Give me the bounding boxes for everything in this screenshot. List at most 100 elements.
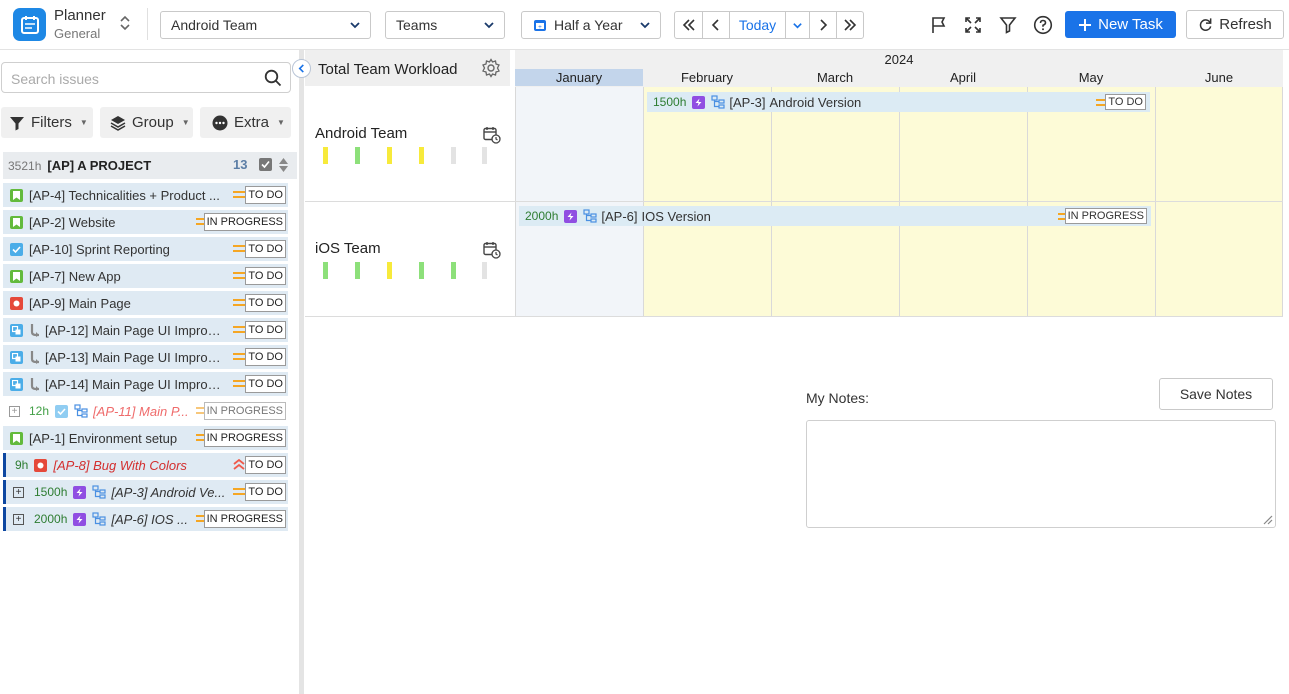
group-button[interactable]: Group ▼ — [100, 107, 193, 138]
today-dropdown-button[interactable] — [785, 11, 810, 39]
refresh-button[interactable]: Refresh — [1186, 10, 1284, 39]
search-icon[interactable] — [264, 69, 282, 87]
panel-splitter[interactable] — [299, 50, 304, 694]
expand-icon[interactable]: + — [13, 513, 24, 525]
issue-title: [AP-1] Environment setup — [29, 430, 178, 446]
issue-row-ap-9[interactable]: [AP-9] Main Page TO DO — [3, 291, 288, 315]
status-badge[interactable]: IN PROGRESS — [203, 429, 286, 447]
workload-indicator — [451, 262, 456, 279]
project-name: [AP] A PROJECT — [47, 158, 152, 173]
filter-icon — [10, 116, 24, 130]
team-select[interactable]: Android Team — [160, 11, 371, 39]
issue-row-ap-13[interactable]: [AP-13] Main Page UI Improv... TO DO — [3, 345, 288, 369]
status-badge[interactable]: TO DO — [245, 348, 286, 366]
issue-row-ap-6[interactable]: + 2000h [AP-6] IOS ... IN PROGRESS — [3, 507, 288, 531]
gear-icon[interactable] — [481, 58, 501, 81]
issue-row-ap-3[interactable]: + 1500h [AP-3] Android Ve... TO DO — [3, 480, 288, 504]
calendar-clock-icon[interactable] — [483, 241, 501, 262]
help-icon — [1033, 15, 1053, 35]
flag-button[interactable] — [927, 13, 951, 37]
filter-icon — [999, 17, 1017, 34]
checklist-icon[interactable] — [258, 157, 273, 175]
workload-label: Total Team Workload — [318, 61, 458, 78]
expand-icon[interactable]: + — [13, 486, 24, 498]
sort-icon[interactable] — [278, 157, 289, 176]
chevron-right-icon — [820, 19, 828, 31]
issue-row-ap-2[interactable]: [AP-2] Website IN PROGRESS — [3, 210, 288, 234]
planner-logo-icon[interactable] — [13, 8, 46, 41]
story-icon — [10, 188, 23, 202]
project-row[interactable]: 3521h [AP] A PROJECT 13 — [3, 152, 297, 179]
month-cell — [1155, 87, 1283, 201]
next-button[interactable] — [809, 11, 837, 39]
flag-icon — [932, 17, 946, 33]
issue-hours: 9h — [15, 458, 29, 472]
issue-row-ap-7[interactable]: [AP-7] New App TO DO — [3, 264, 288, 288]
jump-back-button[interactable] — [674, 11, 703, 39]
workload-indicator — [419, 147, 424, 164]
status-badge[interactable]: TO DO — [245, 294, 286, 312]
epic-icon — [73, 485, 87, 499]
jump-forward-button[interactable] — [836, 11, 864, 39]
child-link-icon — [28, 377, 40, 391]
task-icon — [10, 242, 23, 256]
priority-high-icon — [233, 459, 245, 470]
calendar-icon: + — [533, 18, 547, 32]
range-select[interactable]: + Half a Year — [521, 11, 661, 39]
status-badge[interactable]: IN PROGRESS — [203, 402, 286, 420]
resize-handle-icon[interactable] — [1261, 513, 1273, 525]
year-label: 2024 — [884, 52, 914, 67]
workload-indicator — [419, 262, 424, 279]
filters-button[interactable]: Filters ▼ — [1, 107, 93, 138]
status-badge[interactable]: TO DO — [245, 375, 286, 393]
status-badge[interactable]: TO DO — [245, 186, 286, 204]
new-task-button[interactable]: New Task — [1065, 11, 1176, 38]
issue-row-ap-4[interactable]: [AP-4] Technicalities + Product ... TO D… — [3, 183, 288, 207]
status-badge[interactable]: IN PROGRESS — [203, 213, 286, 231]
task-hours: 1500h — [653, 95, 687, 109]
calendar-clock-icon[interactable] — [483, 126, 501, 147]
issue-row-ap-11[interactable]: + 12h [AP-11] Main P... IN PROGRESS — [3, 399, 288, 423]
status-badge[interactable]: TO DO — [245, 456, 286, 474]
project-issue-count: 13 — [233, 157, 248, 172]
issue-row-ap-10[interactable]: [AP-10] Sprint Reporting TO DO — [3, 237, 288, 261]
issue-title: [AP-6] IOS ... — [111, 511, 188, 527]
expand-icon[interactable]: + — [9, 405, 20, 417]
new-task-label: New Task — [1098, 16, 1163, 33]
status-badge[interactable]: TO DO — [245, 483, 286, 501]
previous-button[interactable] — [702, 11, 730, 39]
more-icon — [212, 115, 228, 130]
extra-label: Extra — [234, 114, 270, 131]
status-badge[interactable]: IN PROGRESS — [203, 510, 286, 528]
collapse-panel-button[interactable] — [292, 59, 311, 78]
status-badge[interactable]: TO DO — [245, 240, 286, 258]
issue-row-ap-1[interactable]: [AP-1] Environment setup IN PROGRESS — [3, 426, 288, 450]
refresh-icon — [1200, 18, 1212, 31]
workload-indicator — [355, 147, 360, 164]
svg-text:+: + — [538, 25, 542, 31]
help-button[interactable] — [1031, 13, 1055, 37]
gantt-bar-ap-3[interactable]: 1500h [AP-3] Android Version TO DO — [647, 92, 1150, 112]
issue-row-ap-12[interactable]: [AP-12] Main Page UI Improv... TO DO — [3, 318, 288, 342]
app-switch-icon[interactable] — [118, 14, 132, 34]
fullscreen-button[interactable] — [961, 13, 985, 37]
issue-hours: 1500h — [34, 485, 68, 499]
range-select-value: Half a Year — [554, 17, 623, 33]
issue-row-ap-14[interactable]: [AP-14] Main Page UI Improv... TO DO — [3, 372, 288, 396]
notes-textarea[interactable] — [806, 420, 1276, 528]
task-hours: 2000h — [525, 209, 559, 223]
save-notes-button[interactable]: Save Notes — [1159, 378, 1273, 410]
status-badge[interactable]: TO DO — [245, 321, 286, 339]
issue-row-ap-8[interactable]: 9h [AP-8] Bug With Colors TO DO — [3, 453, 288, 477]
hierarchy-icon — [583, 209, 597, 223]
story-icon — [10, 215, 23, 229]
search-input[interactable]: Search issues — [1, 62, 291, 93]
gantt-bar-ap-6[interactable]: 2000h [AP-6] IOS Version IN PROGRESS — [519, 206, 1151, 226]
priority-medium-icon — [233, 245, 245, 252]
today-button[interactable]: Today — [729, 11, 786, 39]
filter-button[interactable] — [996, 13, 1020, 37]
extra-button[interactable]: Extra ▼ — [200, 107, 291, 138]
teams-select[interactable]: Teams — [385, 11, 505, 39]
status-badge[interactable]: TO DO — [245, 267, 286, 285]
epic-icon — [73, 512, 87, 526]
